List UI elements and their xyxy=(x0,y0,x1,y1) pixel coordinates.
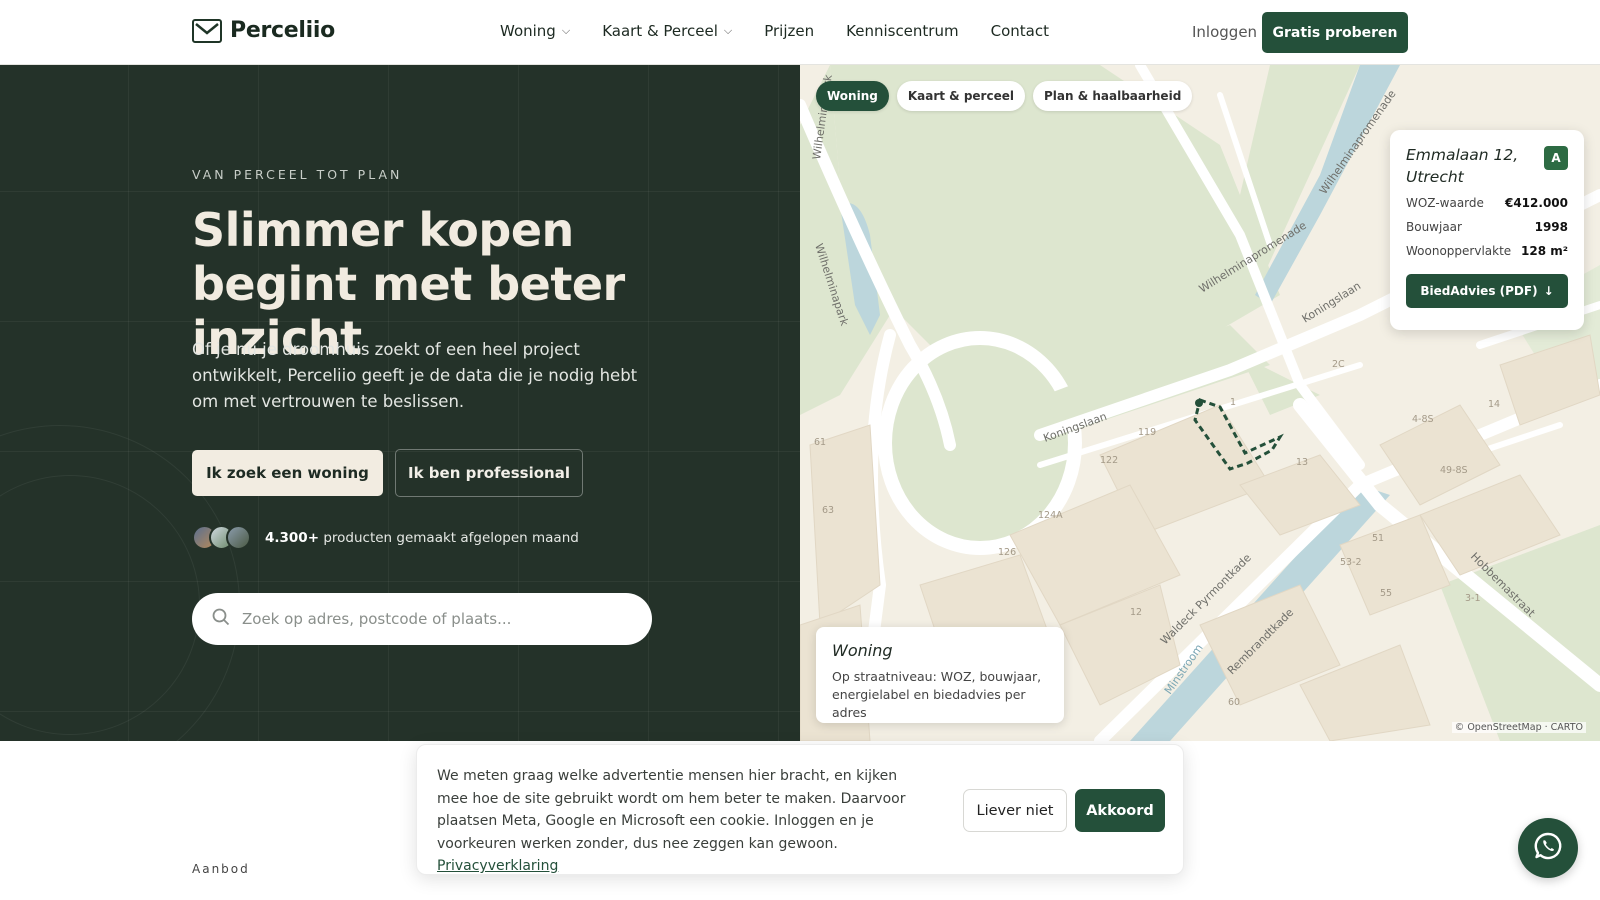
find-home-button[interactable]: Ik zoek een woning xyxy=(192,450,383,496)
property-card: Emmalaan 12, Utrecht A WOZ-waarde €412.00… xyxy=(1390,130,1584,330)
accept-cookies-button[interactable]: Akkoord xyxy=(1075,789,1165,832)
nav-link-label: Contact xyxy=(990,22,1049,40)
map-attribution[interactable]: © OpenStreetMap · CARTO xyxy=(1451,722,1586,733)
svg-text:1: 1 xyxy=(1230,397,1236,408)
whatsapp-icon xyxy=(1532,830,1564,866)
hero-subtitle: Of je nu je droomhuis zoekt of een heel … xyxy=(192,340,638,411)
hero-eyebrow: VAN PERCEEL TOT PLAN xyxy=(192,167,403,182)
top-navigation: Perceliio Woning ⌵ Kaart & Perceel ⌵ Prijzen… xyxy=(0,0,1600,65)
svg-text:49-8S: 49-8S xyxy=(1440,465,1468,476)
nav-link-label: Prijzen xyxy=(764,22,815,40)
section-label: Aanbod xyxy=(192,862,250,876)
chevron-down-icon: ⌵ xyxy=(723,24,733,37)
layer-description: Op straatniveau: WOZ, bouwjaar, energiel… xyxy=(832,669,1042,720)
search-icon xyxy=(212,608,230,630)
grid-line xyxy=(778,65,779,741)
svg-text:63: 63 xyxy=(822,505,834,516)
property-details: WOZ-waarde €412.000 Bouwjaar 1998 Woonopperv… xyxy=(1406,196,1568,258)
property-row-value: €412.000 xyxy=(1504,196,1568,210)
login-link[interactable]: Inloggen xyxy=(1192,23,1257,41)
svg-text:55: 55 xyxy=(1380,588,1392,599)
cookie-text: We meten graag welke advertentie mensen … xyxy=(437,765,927,878)
pdf-button-label: BiedAdvies (PDF) xyxy=(1420,284,1538,298)
nav-link-contact[interactable]: Contact xyxy=(991,22,1049,40)
svg-text:14: 14 xyxy=(1488,399,1500,410)
svg-text:4-8S: 4-8S xyxy=(1412,414,1434,425)
free-trial-button[interactable]: Gratis proberen xyxy=(1262,12,1408,53)
envelope-icon xyxy=(192,18,222,43)
search-input[interactable] xyxy=(242,610,622,628)
property-row-label: Woonoppervlakte xyxy=(1406,244,1512,258)
svg-text:2C: 2C xyxy=(1332,359,1345,370)
svg-text:51: 51 xyxy=(1372,533,1384,544)
decline-cookies-button[interactable]: Liever niet xyxy=(963,789,1067,832)
nav-link-label: Kaart & Perceel xyxy=(602,22,718,40)
brand-logo[interactable]: Perceliio xyxy=(192,18,335,43)
cookie-banner: We meten graag welke advertentie mensen … xyxy=(416,744,1184,875)
property-row-value: 1998 xyxy=(1534,220,1568,234)
svg-text:122: 122 xyxy=(1100,455,1118,466)
nav-link-label: Woning xyxy=(500,22,556,40)
svg-text:126: 126 xyxy=(998,547,1016,558)
layer-title: Woning xyxy=(832,641,893,660)
energy-label-badge: A xyxy=(1544,146,1568,170)
bid-advice-pdf-button[interactable]: BiedAdvies (PDF) ↓ xyxy=(1406,274,1568,308)
svg-text:61: 61 xyxy=(814,437,826,448)
property-row: Bouwjaar 1998 xyxy=(1406,220,1568,234)
privacy-link[interactable]: Privacyverklaring xyxy=(437,858,558,874)
property-row: WOZ-waarde €412.000 xyxy=(1406,196,1568,210)
layer-info-card: Woning Op straatniveau: WOZ, bouwjaar, e… xyxy=(816,627,1064,723)
professional-button[interactable]: Ik ben professional xyxy=(395,449,583,497)
chevron-down-icon: ⌵ xyxy=(561,24,571,37)
avatar xyxy=(226,525,251,550)
property-address: Emmalaan 12, Utrecht xyxy=(1406,146,1519,186)
map-tab-woning[interactable]: Woning xyxy=(816,81,889,111)
nav-link-prijzen[interactable]: Prijzen xyxy=(764,22,814,40)
svg-text:13: 13 xyxy=(1296,457,1308,468)
nav-link-label: Kenniscentrum xyxy=(846,22,959,40)
download-icon: ↓ xyxy=(1543,284,1554,298)
whatsapp-button[interactable] xyxy=(1518,818,1578,878)
svg-text:12: 12 xyxy=(1130,607,1142,618)
property-row-label: WOZ-waarde xyxy=(1406,196,1484,210)
property-row-value: 128 m² xyxy=(1521,244,1568,258)
svg-text:60: 60 xyxy=(1228,697,1240,708)
svg-text:119: 119 xyxy=(1138,427,1156,438)
nav-link-kenniscentrum[interactable]: Kenniscentrum xyxy=(846,22,958,40)
svg-text:53-2: 53-2 xyxy=(1340,557,1362,568)
cookie-message: We meten graag welke advertentie mensen … xyxy=(437,768,906,852)
grid-line xyxy=(0,191,800,192)
map-panel[interactable]: Wilhelminapark Wilhelminapark Wilhelmina… xyxy=(800,65,1600,741)
property-header: Emmalaan 12, Utrecht A xyxy=(1406,144,1568,188)
map-tab-plan-haalbaarheid[interactable]: Plan & haalbaarheid xyxy=(1032,81,1193,111)
nav-link-woning[interactable]: Woning ⌵ xyxy=(500,22,570,40)
brand-name: Perceliio xyxy=(230,18,335,43)
svg-text:3-1: 3-1 xyxy=(1465,593,1481,604)
proof-text: 4.300+ producten gemaakt afgelopen maand xyxy=(265,530,579,546)
hero-section: VAN PERCEEL TOT PLAN Slimmer kopen begin… xyxy=(0,65,800,741)
svg-text:124A: 124A xyxy=(1038,510,1063,521)
avatar-group xyxy=(192,525,251,550)
proof-count: 4.300+ xyxy=(265,529,320,546)
address-search[interactable] xyxy=(192,593,652,645)
proof-label: producten gemaakt afgelopen maand xyxy=(323,529,579,546)
property-row-label: Bouwjaar xyxy=(1406,220,1462,234)
social-proof: 4.300+ producten gemaakt afgelopen maand xyxy=(192,525,579,550)
map-layer-tabs: Woning Kaart & perceel Plan & haalbaarheid xyxy=(816,81,1193,111)
map-tab-kaart-perceel[interactable]: Kaart & perceel xyxy=(896,81,1025,111)
main-menu: Woning ⌵ Kaart & Perceel ⌵ Prijzen Kenniscent… xyxy=(500,22,1049,40)
nav-link-kaart-perceel[interactable]: Kaart & Perceel ⌵ xyxy=(602,22,732,40)
property-row: Woonoppervlakte 128 m² xyxy=(1406,244,1568,258)
